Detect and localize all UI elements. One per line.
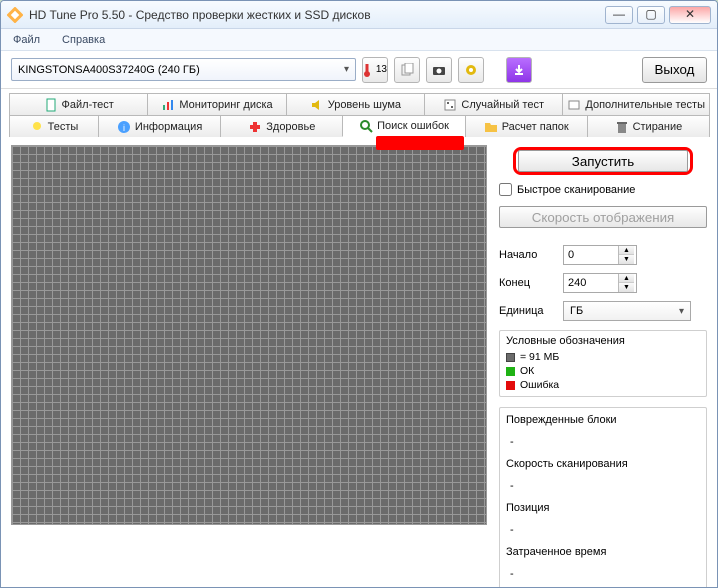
minimize-button[interactable]: —: [605, 6, 633, 24]
legend-error-label: Ошибка: [520, 378, 559, 392]
legend-block-icon: [506, 353, 515, 362]
tab-erase[interactable]: Стирание: [587, 115, 710, 137]
app-icon: [7, 7, 23, 23]
stat-speed-label: Скорость сканирования: [506, 458, 628, 470]
dice-icon: [443, 98, 457, 112]
legend-error-icon: [506, 381, 515, 390]
file-icon: [44, 98, 58, 112]
stat-speed-value: -: [506, 480, 700, 502]
legend-ok-icon: [506, 367, 515, 376]
window-title: HD Tune Pro 5.50 - Средство проверки жес…: [29, 8, 605, 22]
unit-select[interactable]: ГБ ▾: [563, 301, 691, 321]
screenshot-button[interactable]: [426, 57, 452, 83]
camera-icon: [432, 63, 446, 77]
quick-scan-checkbox[interactable]: [499, 183, 512, 196]
start-label: Начало: [499, 249, 557, 261]
copy-icon: [400, 63, 414, 77]
stat-elapsed-label: Затраченное время: [506, 546, 606, 558]
search-icon: [359, 119, 373, 133]
save-button[interactable]: [506, 57, 532, 83]
quick-scan-label: Быстрое сканирование: [517, 184, 635, 196]
menu-help[interactable]: Справка: [58, 32, 109, 48]
tools-icon: [567, 98, 581, 112]
gear-icon: [464, 63, 478, 77]
end-input[interactable]: ▲▼: [563, 273, 637, 293]
start-spinner[interactable]: ▲▼: [618, 246, 634, 264]
tab-info[interactable]: iИнформация: [98, 115, 221, 137]
legend-title: Условные обозначения: [506, 335, 700, 347]
tab-tests[interactable]: Тесты: [9, 115, 99, 137]
stat-damaged-value: -: [506, 436, 700, 458]
settings-button[interactable]: [458, 57, 484, 83]
stat-position-label: Позиция: [506, 502, 550, 514]
drive-select-value: KINGSTONSA400S37240G (240 ГБ): [18, 64, 200, 76]
trash-icon: [615, 120, 629, 134]
unit-label: Единица: [499, 305, 557, 317]
end-label: Конец: [499, 277, 557, 289]
download-icon: [513, 64, 525, 76]
info-icon: i: [117, 120, 131, 134]
chart-icon: [161, 98, 175, 112]
folder-icon: [484, 120, 498, 134]
drive-select[interactable]: KINGSTONSA400S37240G (240 ГБ) ▾: [11, 58, 356, 81]
tab-noise[interactable]: Уровень шума: [286, 93, 425, 115]
end-input-field[interactable]: [564, 277, 618, 289]
stat-elapsed-value: -: [506, 568, 700, 588]
highlight-annotation-start: Запустить: [513, 147, 693, 175]
unit-select-value: ГБ: [570, 305, 583, 317]
tab-error-scan[interactable]: Поиск ошибок: [342, 115, 465, 137]
legend-ok-label: ОК: [520, 364, 534, 378]
copy-button[interactable]: [394, 57, 420, 83]
speaker-icon: [310, 98, 324, 112]
start-input-field[interactable]: [564, 249, 618, 261]
exit-button[interactable]: Выход: [642, 57, 707, 83]
chevron-down-icon: ▾: [679, 306, 684, 317]
tab-folder-usage[interactable]: Расчет папок: [465, 115, 588, 137]
tab-file-test[interactable]: Файл-тест: [9, 93, 148, 115]
stats-panel: Поврежденные блоки - Скорость сканирован…: [499, 407, 707, 588]
thermometer-icon: [363, 62, 376, 78]
start-input[interactable]: ▲▼: [563, 245, 637, 265]
tab-disk-monitor[interactable]: Мониторинг диска: [147, 93, 286, 115]
legend: Условные обозначения = 91 МБ ОК Ошибка: [499, 330, 707, 397]
close-button[interactable]: ✕: [669, 6, 711, 24]
chevron-down-icon: ▾: [344, 64, 349, 75]
legend-block-label: = 91 МБ: [520, 350, 559, 364]
bulb-icon: [30, 120, 44, 134]
tab-random-test[interactable]: Случайный тест: [424, 93, 563, 115]
highlight-annotation: [376, 136, 464, 150]
scan-grid: [11, 145, 487, 525]
tab-health[interactable]: Здоровье: [220, 115, 343, 137]
health-icon: [248, 120, 262, 134]
svg-text:i: i: [123, 123, 125, 133]
speed-map-button[interactable]: Скорость отображения: [499, 206, 707, 228]
maximize-button[interactable]: ▢: [637, 6, 665, 24]
end-spinner[interactable]: ▲▼: [618, 274, 634, 292]
tab-extra-tests[interactable]: Дополнительные тесты: [562, 93, 710, 115]
stat-position-value: -: [506, 524, 700, 546]
temperature-value: 13: [376, 64, 387, 75]
start-button[interactable]: Запустить: [518, 150, 688, 172]
stat-damaged-label: Поврежденные блоки: [506, 414, 617, 426]
temperature-button[interactable]: 13: [362, 57, 388, 83]
menu-file[interactable]: Файл: [9, 32, 44, 48]
